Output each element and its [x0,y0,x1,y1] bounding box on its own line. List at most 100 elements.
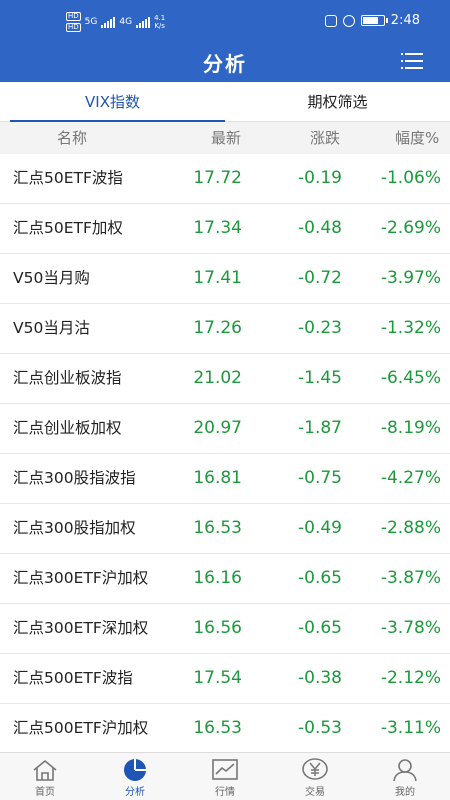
net-speed-unit: K/s [154,22,165,30]
row-name: 汇点创业板加权 [13,419,122,437]
nav-trade-label: 交易 [305,787,325,798]
nav-home-label: 首页 [35,787,55,798]
row-change: -0.65 [298,618,342,638]
table-row[interactable]: 汇点300股指加权 16.53 -0.49 -2.88% [0,504,450,554]
row-latest: 16.53 [193,718,242,738]
row-latest: 17.26 [193,318,242,338]
table-row[interactable]: 汇点50ETF波指 17.72 -0.19 -1.06% [0,154,450,204]
row-latest: 20.97 [193,418,242,438]
table-row[interactable]: V50当月沽 17.26 -0.23 -1.32% [0,304,450,354]
row-percent: -3.97% [380,268,441,288]
row-name: 汇点300ETF沪加权 [13,569,149,587]
battery-level [362,17,379,24]
row-percent: -4.27% [380,468,441,488]
row-latest: 16.81 [193,468,242,488]
column-change[interactable]: 涨跌 [310,122,340,154]
row-percent: -8.19% [380,418,441,438]
nav-market-label: 行情 [215,787,235,798]
nav-analysis-label: 分析 [125,787,145,798]
bottom-nav: 首页 分析 行情 交易 我的 [0,752,450,800]
network-gen2-label: 4G [119,16,133,27]
nav-mine[interactable]: 我的 [360,753,450,800]
row-change: -0.38 [298,668,342,688]
user-icon [393,759,417,782]
row-percent: -3.87% [380,568,441,588]
table-row[interactable]: V50当月购 17.41 -0.72 -3.97% [0,254,450,304]
table-row[interactable]: 汇点创业板波指 21.02 -1.45 -6.45% [0,354,450,404]
market-chart-icon [212,759,238,780]
tab-vix-index[interactable]: VIX指数 [0,82,225,122]
row-name: 汇点300股指加权 [13,519,136,537]
row-name: 汇点300股指波指 [13,469,136,487]
row-latest: 17.54 [193,668,242,688]
table-row[interactable]: 汇点创业板加权 20.97 -1.87 -8.19% [0,404,450,454]
row-percent: -2.12% [380,668,441,688]
column-latest[interactable]: 最新 [211,122,241,154]
row-change: -0.72 [298,268,342,288]
status-bar: HD HD 5G 4G 4.1 K/s 2:48 [0,0,450,42]
row-percent: -1.06% [380,168,441,188]
alarm-icon [342,14,355,27]
row-latest: 16.16 [193,568,242,588]
app-header: 分析 [0,42,450,82]
nav-home[interactable]: 首页 [0,753,90,800]
status-left: HD HD 5G 4G 4.1 K/s [66,12,165,32]
row-percent: -2.88% [380,518,441,538]
list-menu-icon[interactable] [401,52,423,70]
clock: 2:48 [390,13,420,28]
row-name: 汇点50ETF加权 [13,219,123,237]
column-percent[interactable]: 幅度% [395,122,439,154]
column-name[interactable]: 名称 [57,122,87,154]
nav-market[interactable]: 行情 [180,753,270,800]
net-speed-value: 4.1 [154,14,166,22]
tab-bar: VIX指数 期权筛选 [0,82,450,122]
row-name: 汇点50ETF波指 [13,169,123,187]
row-change: -1.45 [298,368,342,388]
row-latest: 16.53 [193,518,242,538]
page-title: 分析 [203,52,247,76]
row-latest: 21.02 [193,368,242,388]
row-percent: -3.11% [380,718,441,738]
nav-mine-label: 我的 [395,787,415,798]
row-name: 汇点300ETF深加权 [13,619,149,637]
battery-icon [360,15,388,26]
row-change: -0.23 [298,318,342,338]
row-percent: -6.45% [380,368,441,388]
signal-icon-2 [136,16,151,28]
row-change: -0.65 [298,568,342,588]
row-name: V50当月购 [13,269,90,287]
row-percent: -1.32% [380,318,441,338]
network-gen-label: 5G [84,16,98,27]
table-row[interactable]: 汇点500ETF波指 17.54 -0.38 -2.12% [0,654,450,704]
hd-badge-1: HD [66,12,81,21]
row-latest: 17.72 [193,168,242,188]
home-icon [33,759,57,781]
column-header: 名称 最新 涨跌 幅度% [0,122,450,154]
pie-chart-icon [124,759,146,781]
vix-list: 汇点50ETF波指 17.72 -0.19 -1.06% 汇点50ETF加权 1… [0,154,450,754]
row-change: -0.19 [298,168,342,188]
row-latest: 17.34 [193,218,242,238]
row-change: -1.87 [298,418,342,438]
row-change: -0.75 [298,468,342,488]
nfc-icon [324,14,337,27]
table-row[interactable]: 汇点300股指波指 16.81 -0.75 -4.27% [0,454,450,504]
row-name: 汇点创业板波指 [13,369,122,387]
table-row[interactable]: 汇点50ETF加权 17.34 -0.48 -2.69% [0,204,450,254]
table-row[interactable]: 汇点300ETF深加权 16.56 -0.65 -3.78% [0,604,450,654]
row-name: 汇点500ETF沪加权 [13,719,149,737]
row-name: V50当月沽 [13,319,90,337]
nav-trade[interactable]: 交易 [270,753,360,800]
row-latest: 16.56 [193,618,242,638]
row-percent: -3.78% [380,618,441,638]
net-speed: 4.1 K/s [154,14,165,30]
row-percent: -2.69% [380,218,441,238]
table-row[interactable]: 汇点300ETF沪加权 16.16 -0.65 -3.87% [0,554,450,604]
nav-analysis[interactable]: 分析 [90,753,180,800]
yen-coin-icon [302,758,328,780]
hd-badge-2: HD [66,23,81,32]
hd-badges: HD HD [66,12,81,32]
table-row[interactable]: 汇点500ETF沪加权 16.53 -0.53 -3.11% [0,704,450,754]
tab-option-filter[interactable]: 期权筛选 [225,82,450,121]
row-change: -0.53 [298,718,342,738]
